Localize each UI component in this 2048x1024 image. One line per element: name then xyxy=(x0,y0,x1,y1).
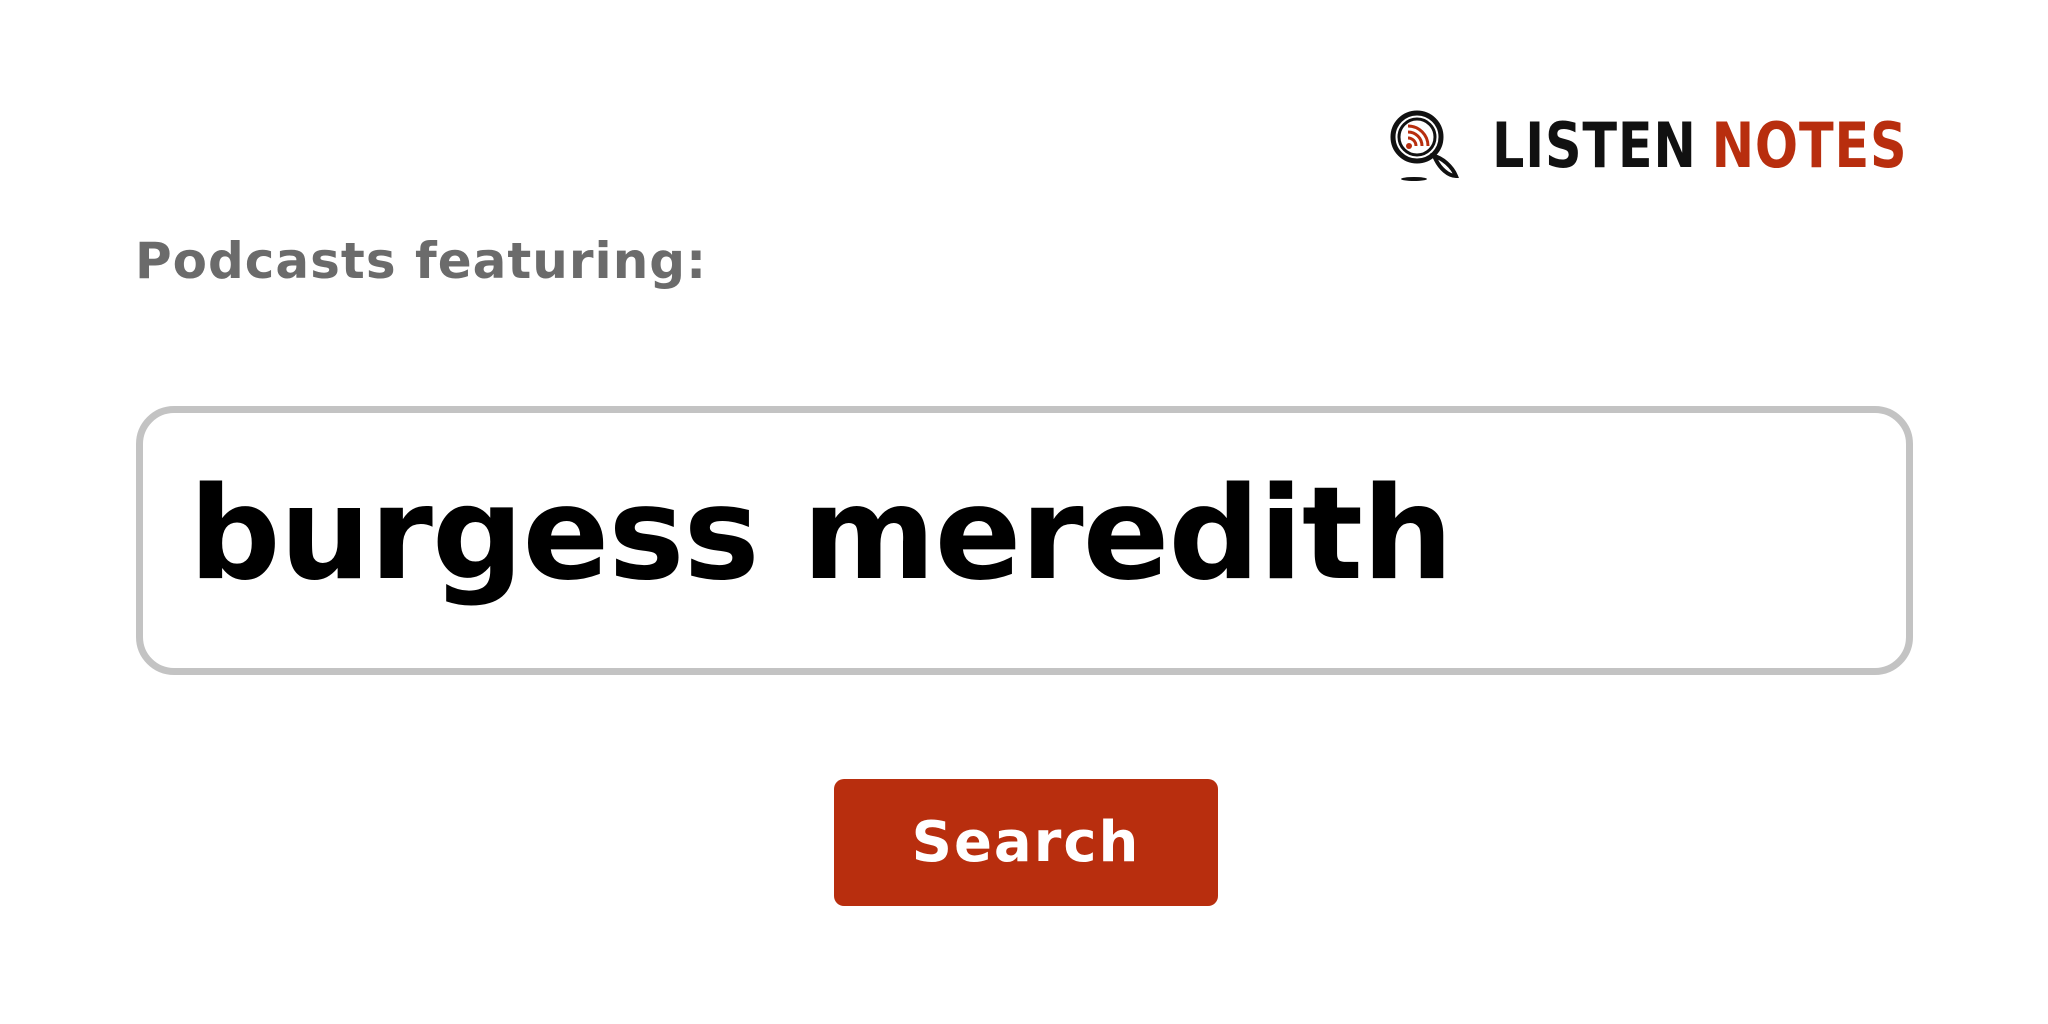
logo-word-listen: LISTEN xyxy=(1492,109,1697,182)
search-button[interactable]: Search xyxy=(834,779,1218,906)
logo-word-notes: NOTES xyxy=(1711,109,1908,182)
listen-notes-logo[interactable]: LISTEN NOTES xyxy=(1386,108,1999,184)
search-input[interactable]: burgess meredith xyxy=(136,406,1913,675)
logo-wordmark: LISTEN NOTES xyxy=(1492,115,1907,177)
magnifier-podcast-icon xyxy=(1390,110,1459,181)
page-subtitle: Podcasts featuring: xyxy=(135,232,708,290)
search-button-label: Search xyxy=(911,809,1141,875)
search-input-value: burgess meredith xyxy=(189,459,1453,609)
